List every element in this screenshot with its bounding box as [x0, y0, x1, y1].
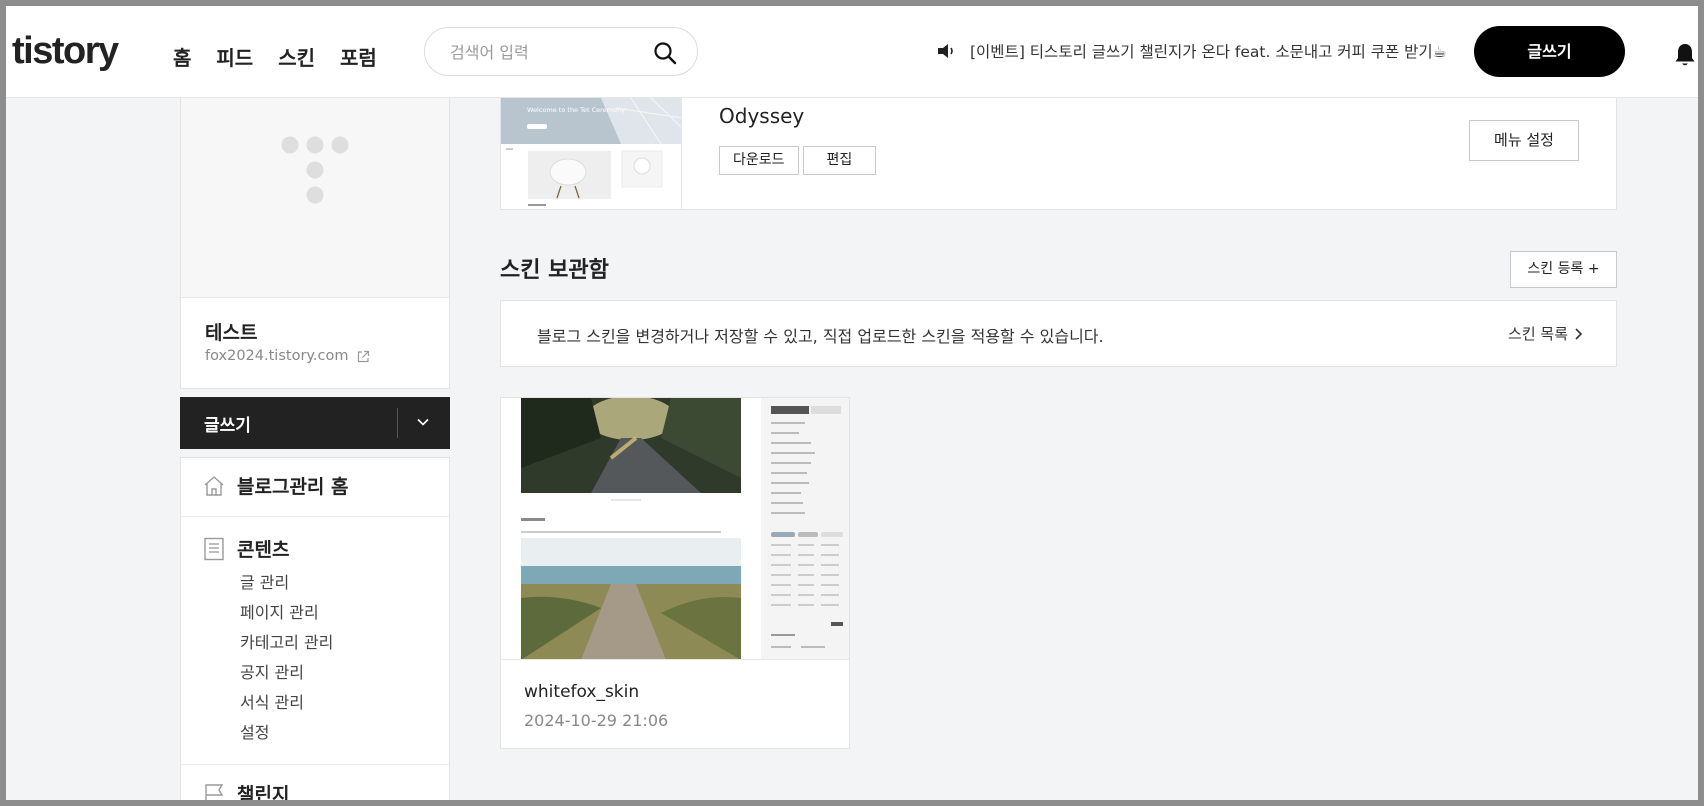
top-header: tistory 홈 피드 스킨 포럼 [이벤트] 티스토리 글쓰기 챌린지가 온… — [6, 6, 1698, 98]
blog-url-text: fox2024.tistory.com — [205, 348, 349, 364]
download-button[interactable]: 다운로드 — [719, 146, 799, 175]
submenu-post-manage[interactable]: 글 관리 — [240, 568, 333, 598]
skin-card-thumbnail — [501, 398, 849, 660]
blog-profile-image — [181, 98, 449, 298]
skin-list-link[interactable]: 스킨 목록 — [1508, 323, 1583, 344]
submenu-template-manage[interactable]: 서식 관리 — [240, 688, 333, 718]
skin-info-bar: 블로그 스킨을 변경하거나 저장할 수 있고, 직접 업로드한 스킨을 적용할 … — [500, 300, 1617, 367]
search-icon[interactable] — [653, 41, 677, 65]
tistory-placeholder-icon — [281, 136, 349, 204]
event-notice[interactable]: [이벤트] 티스토리 글쓰기 챌린지가 온다 feat. 소문내고 커피 쿠폰 … — [936, 40, 1447, 62]
speaker-icon — [938, 44, 953, 58]
tistory-logo[interactable]: tistory — [12, 30, 119, 73]
skin-card[interactable]: whitefox_skin 2024-10-29 21:06 — [500, 397, 850, 749]
skin-card-date: 2024-10-29 21:06 — [524, 711, 669, 730]
sidebar-menu: 블로그관리 홈 콘텐츠 글 관리 페이지 관리 카테고리 관리 공지 관리 서식… — [180, 457, 450, 806]
bell-icon[interactable] — [1673, 42, 1697, 68]
event-notice-text: [이벤트] 티스토리 글쓰기 챌린지가 온다 feat. 소문내고 커피 쿠폰 … — [970, 43, 1447, 61]
skin-register-button[interactable]: 스킨 등록 + — [1510, 251, 1617, 288]
divider — [397, 408, 398, 438]
search-box — [424, 27, 698, 76]
sidebar-item-label: 블로그관리 홈 — [237, 476, 349, 498]
nav-forum[interactable]: 포럼 — [340, 42, 377, 71]
current-skin-actions: 다운로드 편집 — [719, 146, 877, 175]
chevron-down-icon[interactable] — [416, 415, 430, 429]
nav-feed[interactable]: 피드 — [216, 42, 253, 71]
nav-skin[interactable]: 스킨 — [278, 42, 315, 71]
global-nav: 홈 피드 스킨 포럼 — [173, 42, 377, 71]
current-skin-panel: Welcome to the Tet Ceremony Odyssey 다운로드… — [500, 98, 1617, 210]
submenu-category-manage[interactable]: 카테고리 관리 — [240, 628, 333, 658]
odyssey-preview-title: Welcome to the Tet Ceremony — [527, 106, 625, 114]
divider — [181, 516, 449, 517]
skin-list-label: 스킨 목록 — [1508, 325, 1568, 343]
blog-name: 테스트 — [205, 322, 258, 344]
sidebar-item-contents[interactable]: 콘텐츠 — [203, 535, 289, 562]
menu-setting-button[interactable]: 메뉴 설정 — [1469, 120, 1579, 161]
sidebar-item-challenge[interactable]: 챌린지 — [203, 780, 289, 806]
submenu-page-manage[interactable]: 페이지 관리 — [240, 598, 333, 628]
document-icon — [204, 537, 224, 560]
blog-url-link[interactable]: fox2024.tistory.com — [205, 348, 370, 364]
submenu-settings[interactable]: 설정 — [240, 718, 333, 748]
divider — [181, 764, 449, 765]
skin-card-name: whitefox_skin — [524, 682, 640, 702]
current-skin-name: Odyssey — [719, 104, 805, 128]
sidebar-write-button[interactable]: 글쓰기 — [180, 397, 450, 449]
edit-button[interactable]: 편집 — [802, 146, 877, 175]
blog-profile-card: 테스트 fox2024.tistory.com — [180, 98, 450, 389]
sidebar-item-label: 챌린지 — [237, 784, 290, 806]
chevron-right-icon — [1575, 327, 1583, 340]
home-icon — [204, 475, 224, 496]
nav-home[interactable]: 홈 — [173, 42, 191, 71]
current-skin-thumbnail: Welcome to the Tet Ceremony — [501, 98, 682, 209]
header-write-button[interactable]: 글쓰기 — [1474, 26, 1625, 77]
skin-info-text: 블로그 스킨을 변경하거나 저장할 수 있고, 직접 업로드한 스킨을 적용할 … — [537, 327, 1104, 346]
external-link-icon — [357, 350, 369, 362]
search-input[interactable] — [450, 40, 640, 64]
flag-icon — [205, 783, 224, 804]
sidebar-write-label: 글쓰기 — [204, 416, 251, 436]
odyssey-preview-image: Welcome to the Tet Ceremony — [501, 98, 681, 209]
sidebar-item-label: 콘텐츠 — [237, 539, 290, 561]
sidebar-item-blog-home[interactable]: 블로그관리 홈 — [203, 472, 349, 499]
skin-storage-title: 스킨 보관함 — [500, 258, 609, 283]
contents-submenu: 글 관리 페이지 관리 카테고리 관리 공지 관리 서식 관리 설정 — [240, 568, 333, 748]
submenu-notice-manage[interactable]: 공지 관리 — [240, 658, 333, 688]
whitefox-preview-image — [501, 398, 849, 659]
